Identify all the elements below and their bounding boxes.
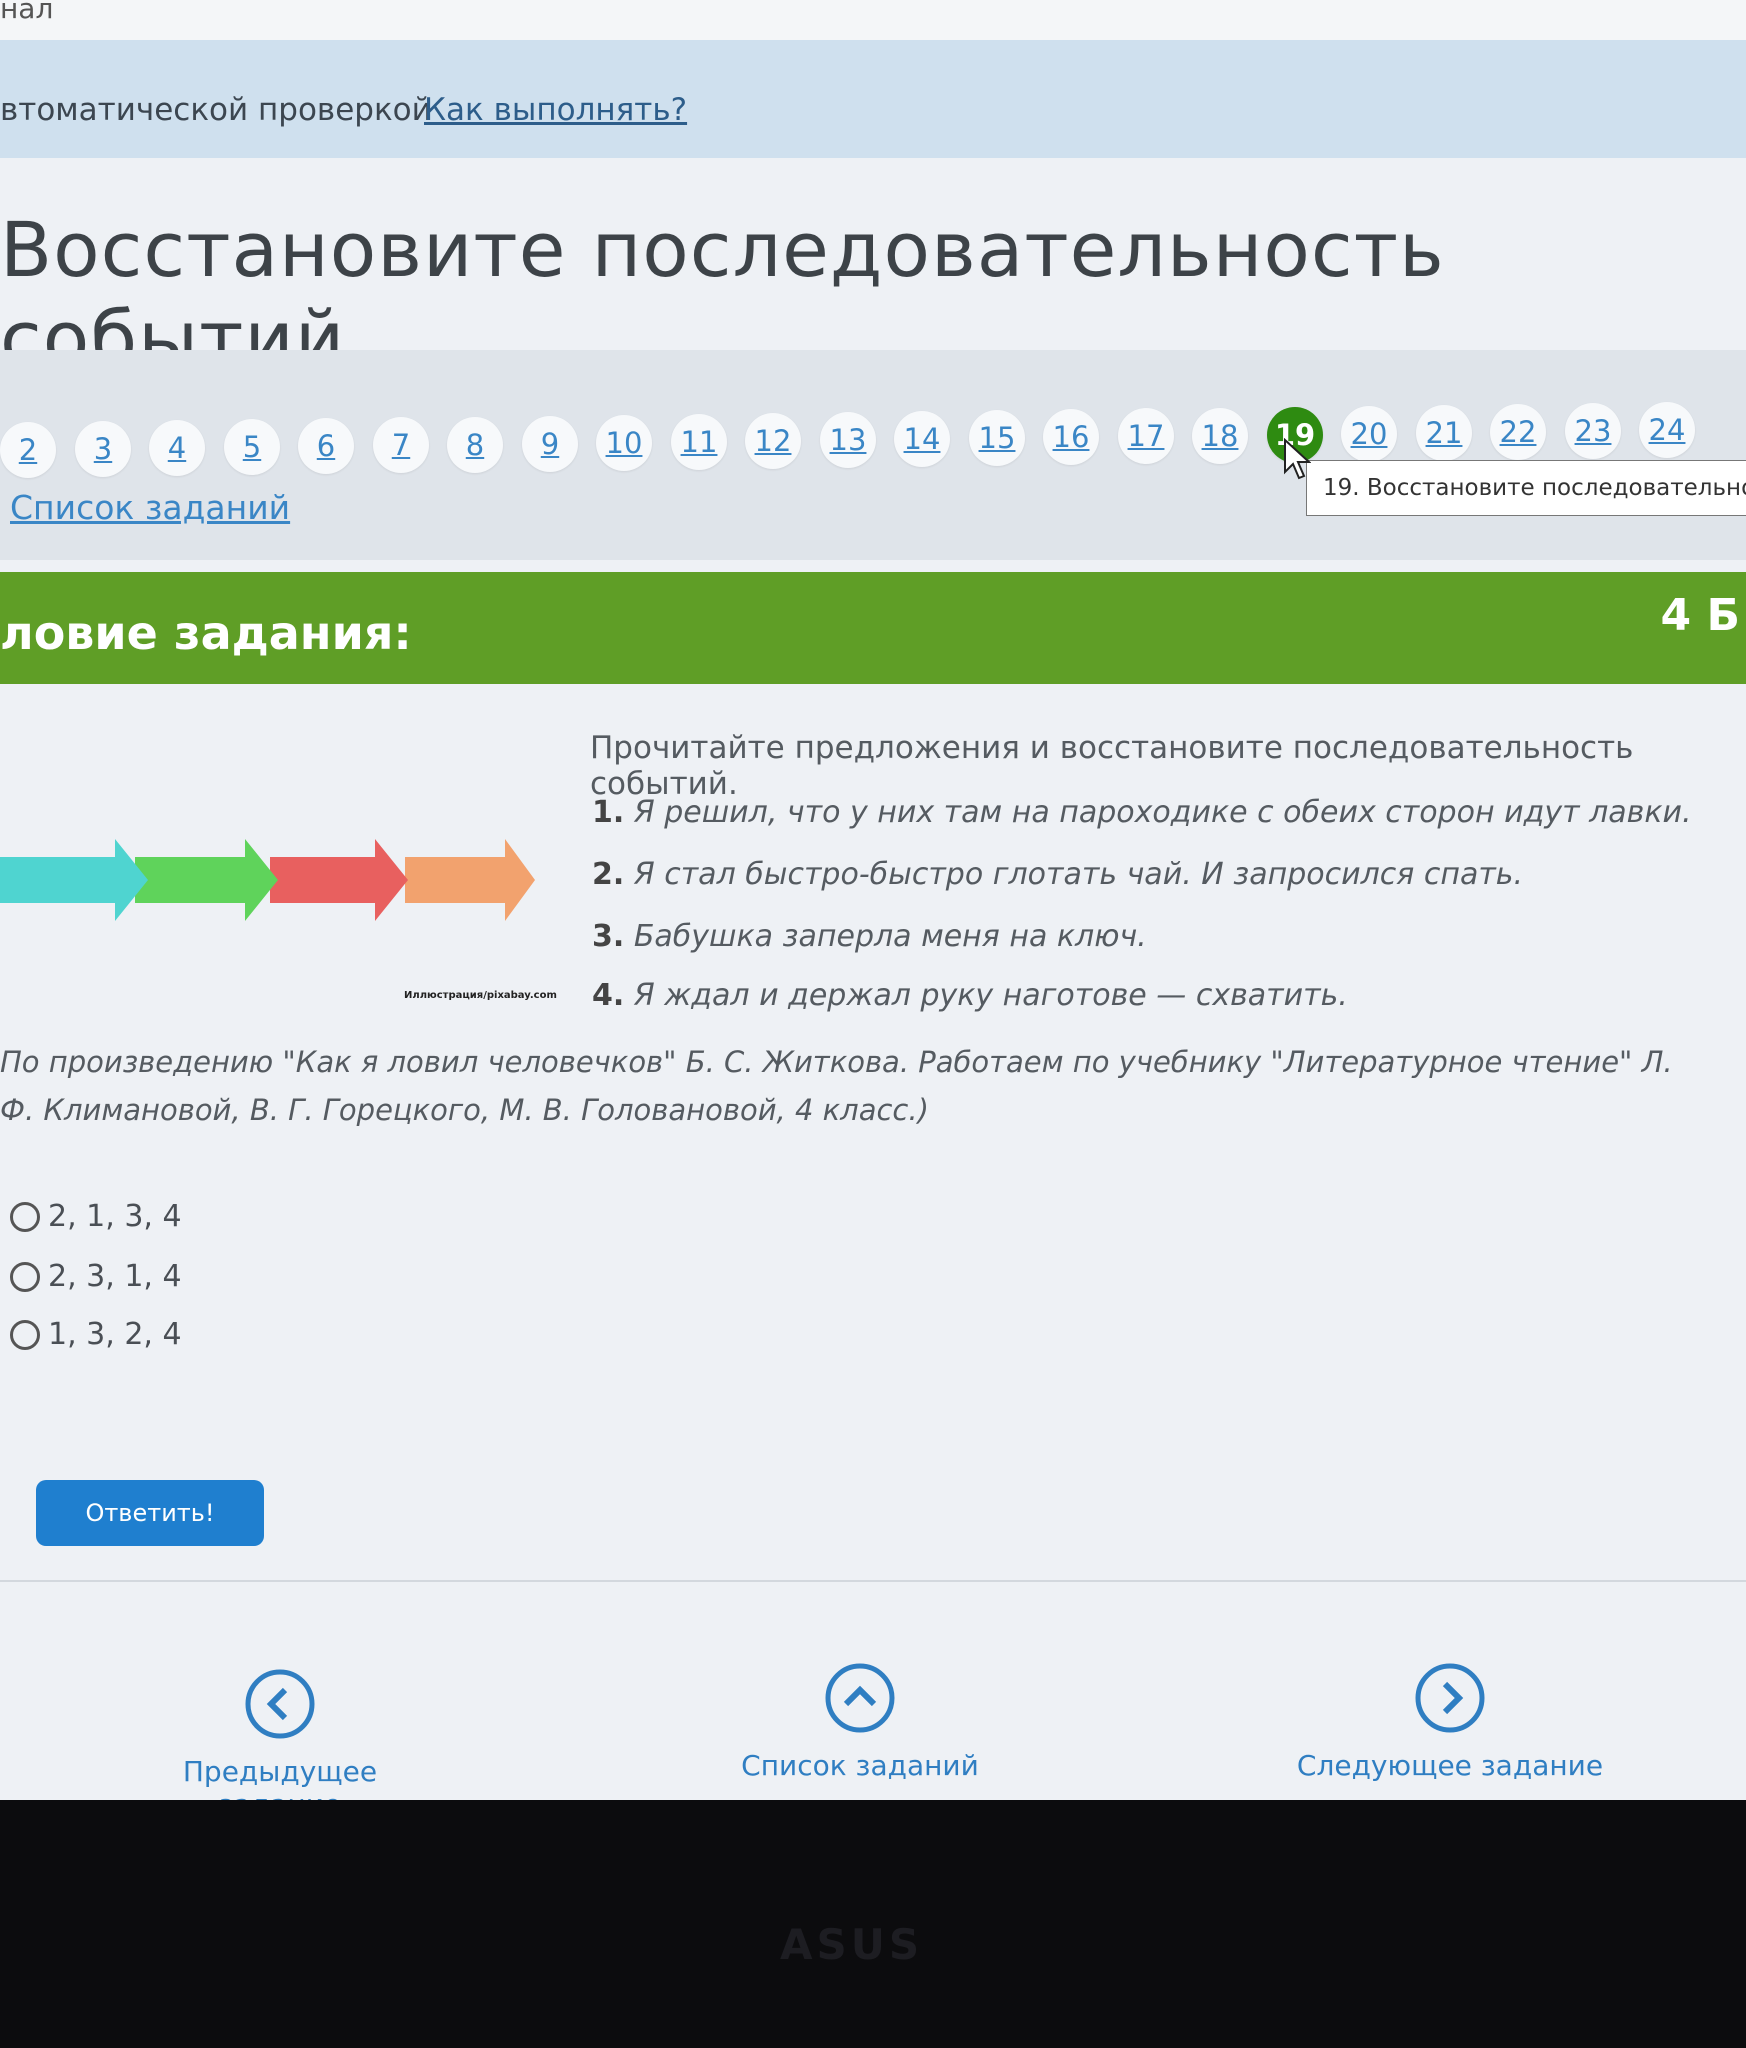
task-page: нал втоматической проверкой Как выполнят… [0, 0, 1746, 1821]
next-task-label: Следующее задание [1296, 1749, 1604, 1782]
top-bar-text: нал [0, 0, 54, 25]
radio-button[interactable] [10, 1319, 40, 1350]
chevron-up-icon [825, 1663, 895, 1733]
condition-header: ловие задания: 4 Б [0, 572, 1746, 684]
prev-task-button[interactable]: Предыдущее задание [120, 1668, 440, 1821]
task-number-24[interactable]: 24 [1639, 402, 1695, 458]
monitor-bezel: ASUS [0, 1800, 1746, 2048]
radio-button[interactable] [10, 1261, 40, 1292]
how-to-link[interactable]: Как выполнять? [424, 92, 687, 128]
task-number-10[interactable]: 10 [596, 415, 652, 471]
top-bar: нал [0, 0, 1746, 40]
task-number-15[interactable]: 15 [969, 410, 1025, 466]
task-number-6[interactable]: 6 [298, 418, 354, 474]
brand-logo: ASUS [780, 1920, 924, 1969]
sentence-item: 1. Я решил, что у них там на пароходике … [592, 795, 1692, 830]
task-tooltip: 19. Восстановите последовательност [1306, 460, 1746, 516]
task-number-23[interactable]: 23 [1565, 403, 1621, 459]
option-label: 1, 3, 2, 4 [48, 1317, 182, 1352]
task-number-9[interactable]: 9 [522, 416, 578, 472]
answer-option[interactable]: 1, 3, 2, 4 [10, 1316, 182, 1352]
sentence-number: 3. [592, 919, 625, 954]
source-note: По произведению "Как я ловил человечков"… [0, 1045, 1673, 1127]
answer-option[interactable]: 2, 3, 1, 4 [10, 1258, 182, 1294]
image-credit: Иллюстрация/pixabay.com [404, 990, 557, 1001]
task-list-label: Список заданий [741, 1749, 979, 1782]
divider [0, 1580, 1746, 1582]
sentence-item: 4. Я ждал и держал руку наготове — схват… [592, 978, 1348, 1013]
answer-option[interactable]: 2, 1, 3, 4 [10, 1198, 182, 1234]
task-number-3[interactable]: 3 [75, 421, 131, 477]
task-number-22[interactable]: 22 [1490, 404, 1546, 460]
task-list-button[interactable]: Список заданий [720, 1662, 1000, 1782]
condition-title: ловие задания: [0, 606, 412, 660]
task-number-20[interactable]: 20 [1341, 406, 1397, 462]
task-info-bar: втоматической проверкой Как выполнять? [0, 40, 1746, 158]
task-number-14[interactable]: 14 [894, 411, 950, 467]
task-number-16[interactable]: 16 [1043, 409, 1099, 465]
sequence-arrows-illustration [0, 839, 535, 921]
task-number-18[interactable]: 18 [1192, 408, 1248, 464]
task-number-13[interactable]: 13 [820, 412, 876, 468]
task-number-21[interactable]: 21 [1416, 405, 1472, 461]
next-task-button[interactable]: Следующее задание [1290, 1662, 1610, 1782]
sentence-text: Я ждал и держал руку наготове — схватить… [633, 978, 1348, 1013]
points-badge: 4 Б [1660, 590, 1740, 641]
chevron-right-icon [1415, 1663, 1485, 1733]
sentence-item: 2. Я стал быстро-быстро глотать чай. И з… [592, 857, 1523, 892]
sentence-text: Я стал быстро-быстро глотать чай. И запр… [633, 857, 1524, 892]
option-label: 2, 1, 3, 4 [48, 1199, 182, 1234]
task-number-2[interactable]: 2 [0, 422, 56, 478]
chevron-left-icon [245, 1669, 315, 1739]
sentence-number: 1. [592, 795, 625, 830]
radio-button[interactable] [10, 1201, 40, 1232]
mouse-cursor-icon [1284, 438, 1311, 480]
sentence-text: Бабушка заперла меня на ключ. [633, 919, 1147, 954]
sentence-text: Я решил, что у них там на пароходике с о… [633, 795, 1692, 830]
task-intro: Прочитайте предложения и восстановите по… [590, 730, 1634, 802]
task-list-link[interactable]: Список заданий [10, 488, 290, 527]
task-number-4[interactable]: 4 [149, 420, 205, 476]
task-number-11[interactable]: 11 [671, 414, 727, 470]
sentence-item: 3. Бабушка заперла меня на ключ. [592, 919, 1147, 954]
task-number-8[interactable]: 8 [447, 417, 503, 473]
task-number-12[interactable]: 12 [745, 413, 801, 469]
task-number-17[interactable]: 17 [1118, 408, 1174, 464]
check-type-label: втоматической проверкой [0, 92, 432, 128]
task-number-5[interactable]: 5 [224, 419, 280, 475]
task-number-7[interactable]: 7 [373, 417, 429, 473]
sentence-number: 4. [592, 978, 625, 1013]
sentence-number: 2. [592, 857, 625, 892]
option-label: 2, 3, 1, 4 [48, 1259, 182, 1294]
answer-button[interactable]: Ответить! [36, 1480, 264, 1546]
